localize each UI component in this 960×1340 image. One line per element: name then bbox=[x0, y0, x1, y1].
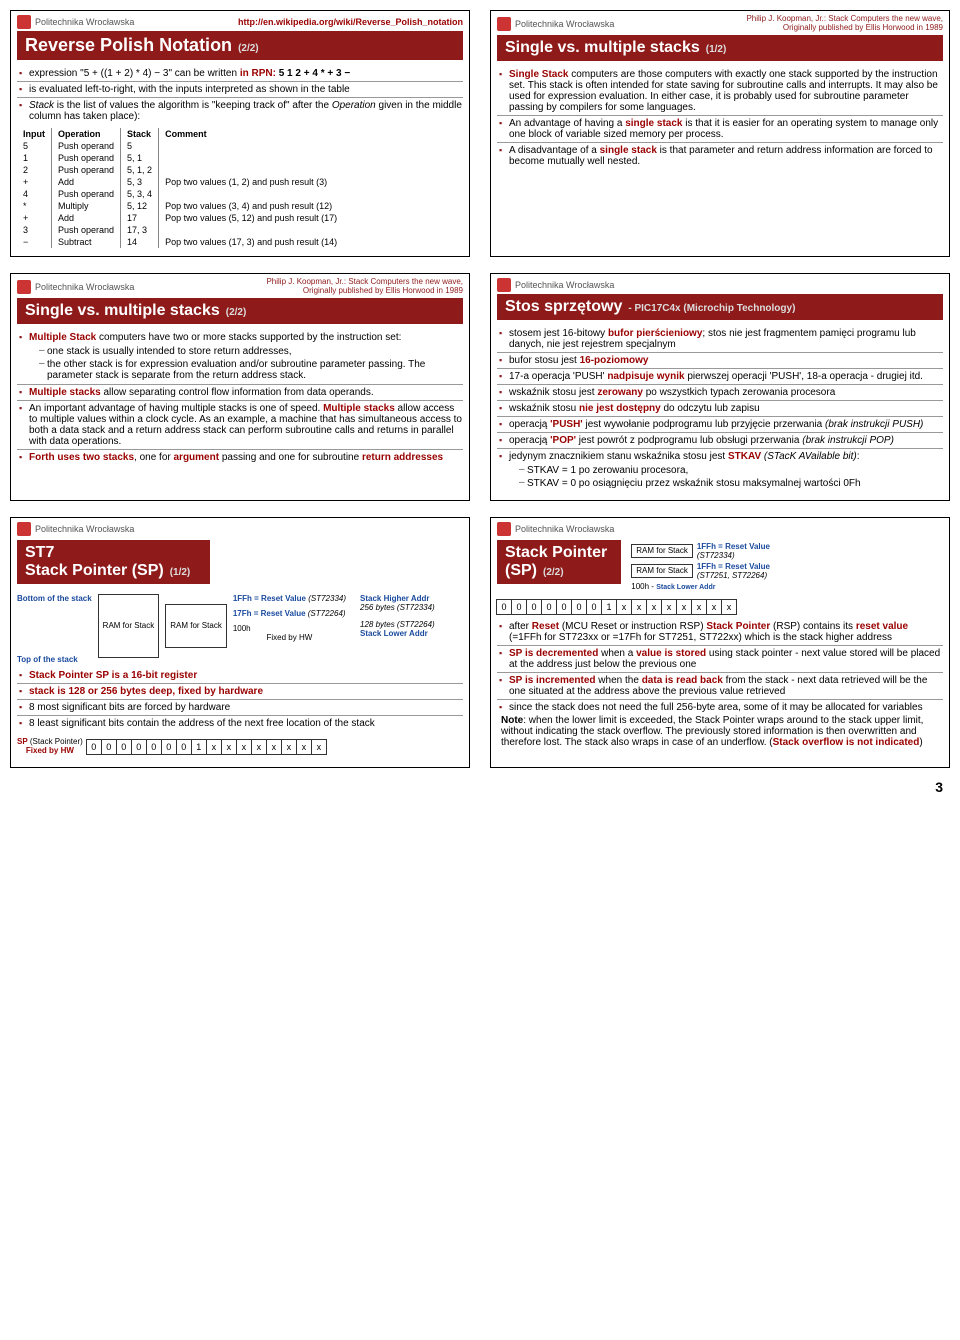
uni-name: Politechnika Wrocławska bbox=[35, 17, 134, 27]
slide-single-1: Politechnika Wrocławska Philip J. Koopma… bbox=[490, 10, 950, 257]
slide-title: Reverse Polish Notation(2/2) bbox=[17, 31, 463, 60]
bullet: 8 most significant bits are forced by ha… bbox=[17, 699, 463, 715]
bullet: An advantage of having a single stack is… bbox=[497, 115, 943, 142]
sub-bullet: the other stack is for expression evalua… bbox=[39, 358, 463, 382]
bullet: Single Stack computers are those compute… bbox=[497, 67, 943, 115]
bullet: SP is decremented when a value is stored… bbox=[497, 645, 943, 672]
slide-title: Stack Pointer (SP)(2/2) bbox=[497, 540, 621, 584]
slide-title: Stos sprzętowy- PIC17C4x (Microchip Tech… bbox=[497, 294, 943, 320]
bullet: Forth uses two stacks, one for argument … bbox=[17, 449, 463, 465]
bullet: since the stack does not need the full 2… bbox=[497, 699, 943, 715]
bullet: is evaluated left-to-right, with the inp… bbox=[17, 81, 463, 97]
sub-bullet: STKAV = 0 po osiągnięciu przez wskaźnik … bbox=[519, 477, 943, 490]
bullet: 8 least significant bits contain the add… bbox=[17, 715, 463, 731]
slide-title: Single vs. multiple stacks(1/2) bbox=[497, 35, 943, 61]
sub-bullet: one stack is usually intended to store r… bbox=[39, 345, 463, 358]
slide-single-2: Politechnika Wrocławska Philip J. Koopma… bbox=[10, 273, 470, 501]
bullet: operacją 'POP' jest powrót z podprogramu… bbox=[497, 432, 943, 448]
slide-title: Single vs. multiple stacks(2/2) bbox=[17, 298, 463, 324]
slide-stos: Politechnika Wrocławska Stos sprzętowy- … bbox=[490, 273, 950, 501]
bullet: Stack is the list of values the algorith… bbox=[17, 97, 463, 124]
sp-diagram: Bottom of the stack Top of the stack RAM… bbox=[17, 594, 463, 664]
bullet: 17-a operacja 'PUSH' nadpisuje wynik pie… bbox=[497, 368, 943, 384]
bullet: wskaźnik stosu jest zerowany po wszystki… bbox=[497, 384, 943, 400]
sp-bits: 00000001xxxxxxxx bbox=[87, 739, 327, 755]
bullet: operacją 'PUSH' jest wywołanie podprogra… bbox=[497, 416, 943, 432]
source-link[interactable]: http://en.wikipedia.org/wiki/Reverse_Pol… bbox=[238, 17, 463, 27]
bullet: after Reset (MCU Reset or instruction RS… bbox=[497, 619, 943, 645]
shield-icon bbox=[497, 522, 511, 536]
bullet: jedynym znacznikiem stanu wskaźnika stos… bbox=[497, 448, 943, 492]
bullet: bufor stosu jest 16-poziomowy bbox=[497, 352, 943, 368]
rpn-table: InputOperationStackComment 5Push operand… bbox=[17, 128, 343, 248]
sp-bits: 00000001xxxxxxxx bbox=[497, 599, 943, 615]
bullet: An important advantage of having multipl… bbox=[17, 400, 463, 449]
shield-icon bbox=[497, 278, 511, 292]
shield-icon bbox=[17, 522, 31, 536]
slide-st7-2: Politechnika Wrocławska Stack Pointer (S… bbox=[490, 517, 950, 768]
note: Note: when the lower limit is exceeded, … bbox=[497, 715, 943, 748]
slide-title: ST7 Stack Pointer (SP)(1/2) bbox=[17, 540, 210, 584]
slide-rpn: Politechnika Wrocławska http://en.wikipe… bbox=[10, 10, 470, 257]
shield-icon bbox=[17, 280, 31, 294]
uni-logo: Politechnika Wrocławska bbox=[17, 15, 134, 29]
bullet: stosem jest 16-bitowy bufor pierścieniow… bbox=[497, 326, 943, 352]
bullet: expression "5 + ((1 + 2) * 4) − 3" can b… bbox=[17, 66, 463, 81]
bullet: stack is 128 or 256 bytes deep, fixed by… bbox=[17, 683, 463, 699]
bullet: Multiple Stack computers have two or mor… bbox=[17, 330, 463, 384]
page-number: 3 bbox=[935, 779, 943, 795]
sub-bullet: STKAV = 1 po zerowaniu procesora, bbox=[519, 464, 943, 477]
bullet: wskaźnik stosu nie jest dostępny do odcz… bbox=[497, 400, 943, 416]
shield-icon bbox=[17, 15, 31, 29]
bullet: Stack Pointer SP is a 16-bit register bbox=[17, 668, 463, 683]
shield-icon bbox=[497, 17, 511, 31]
slide-st7-1: Politechnika Wrocławska ST7 Stack Pointe… bbox=[10, 517, 470, 768]
bullet: Multiple stacks allow separating control… bbox=[17, 384, 463, 400]
bullet: SP is incremented when the data is read … bbox=[497, 672, 943, 699]
bullet: A disadvantage of a single stack is that… bbox=[497, 142, 943, 169]
